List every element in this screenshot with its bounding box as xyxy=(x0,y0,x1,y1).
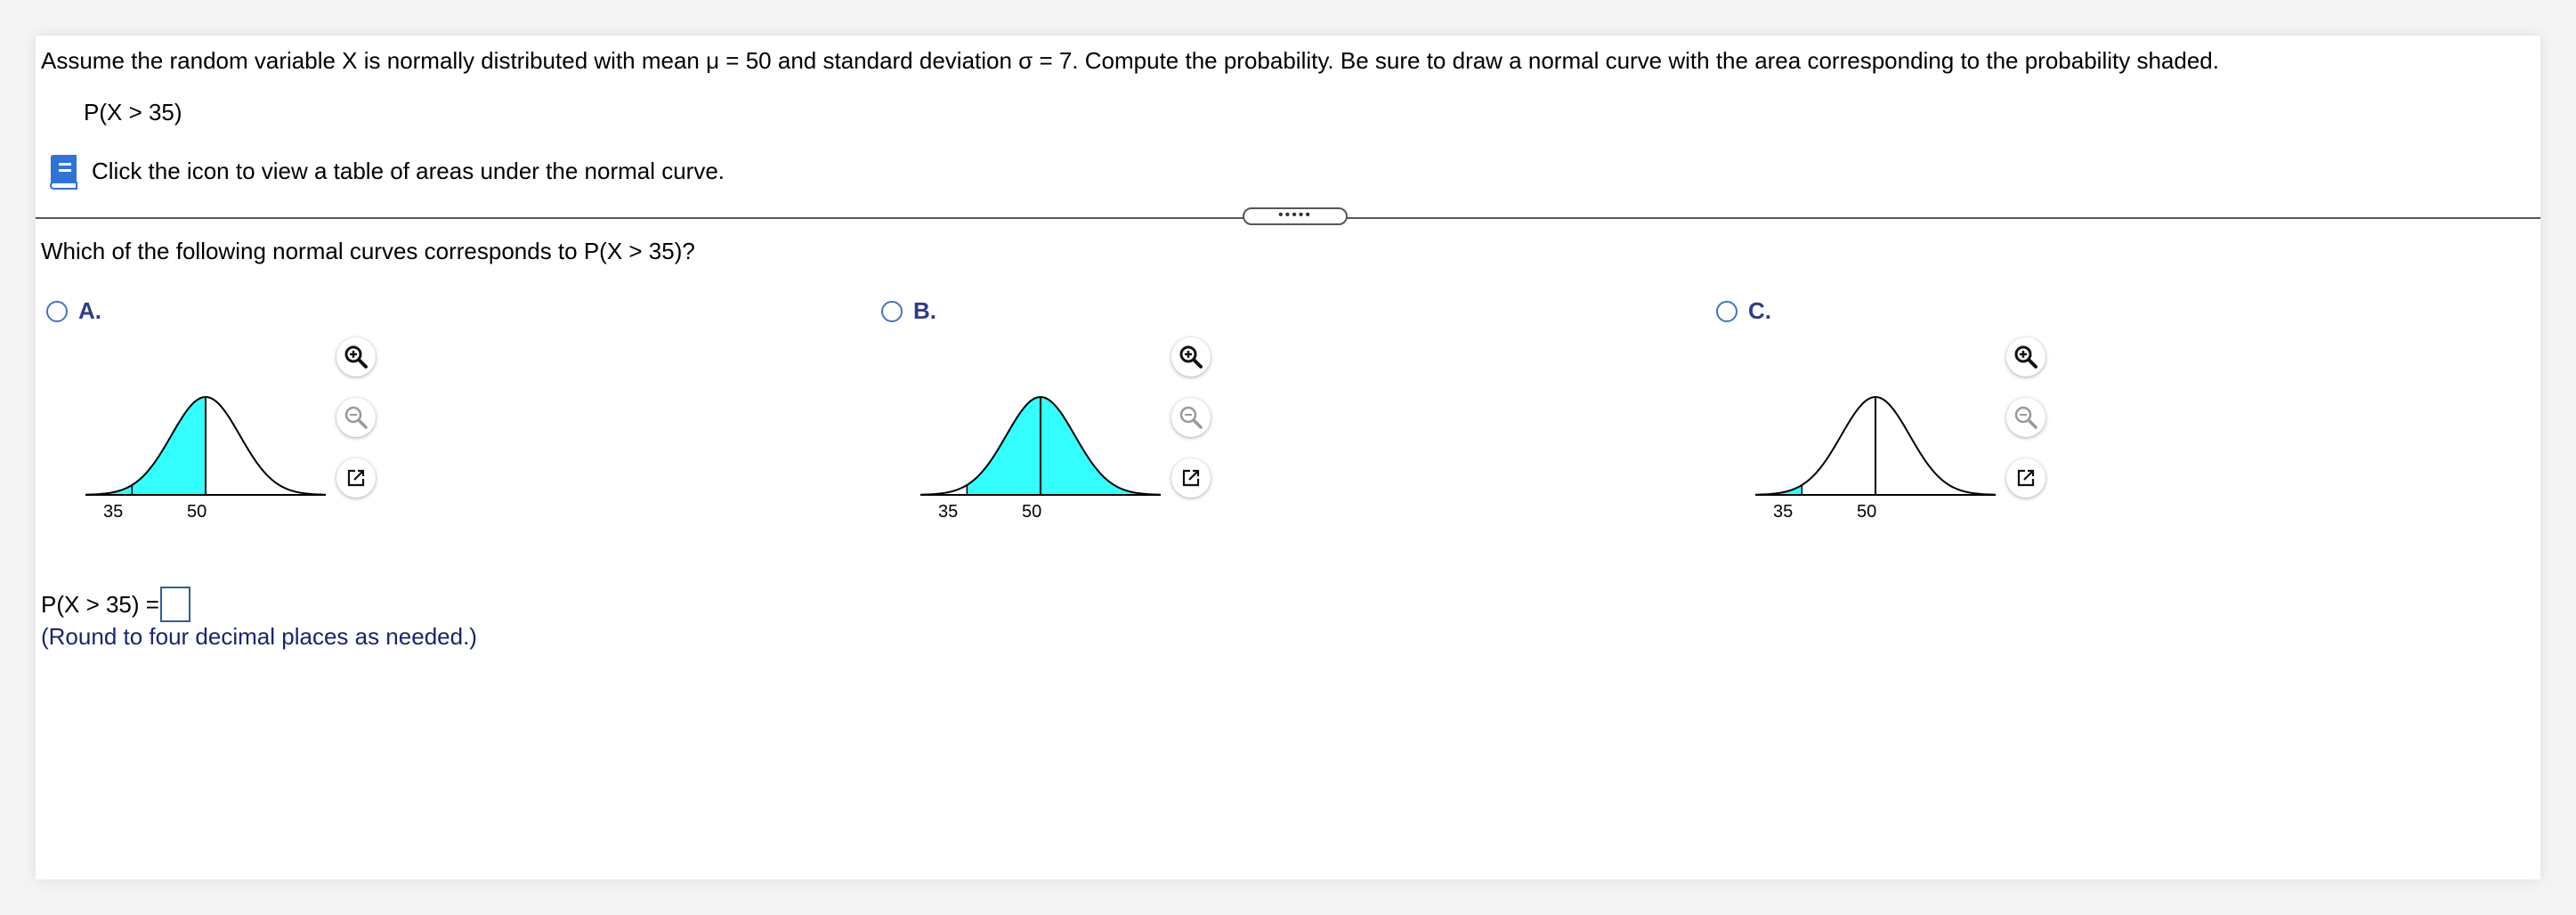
tick-label-50: 50 xyxy=(1857,502,1877,522)
which-curve-question: Which of the following normal curves cor… xyxy=(41,238,695,264)
answer-label: P(X > 35) = xyxy=(41,591,159,618)
option-b-radio[interactable] xyxy=(881,301,903,322)
option-a-graph: 35 50 xyxy=(85,365,327,543)
option-b-label[interactable]: B. xyxy=(913,296,936,325)
shaded-area xyxy=(967,397,1161,495)
zoom-out-button[interactable] xyxy=(336,398,376,437)
rounding-hint: (Round to four decimal places as needed.… xyxy=(41,623,477,650)
tick-label-35: 35 xyxy=(103,502,124,522)
question-prompt: Assume the random variable X is normally… xyxy=(41,47,2219,74)
option-c-label[interactable]: C. xyxy=(1748,296,1771,325)
zoom-out-button[interactable] xyxy=(1171,398,1211,437)
popout-button[interactable] xyxy=(1171,458,1211,498)
popout-icon xyxy=(1182,469,1200,487)
resize-handle[interactable]: ••••• xyxy=(1243,207,1348,225)
option-c-graph: 35 50 xyxy=(1754,365,1997,543)
popout-icon xyxy=(347,469,365,487)
zoom-in-button[interactable] xyxy=(1171,337,1211,377)
zoom-in-icon xyxy=(344,345,368,368)
shaded-area xyxy=(85,397,206,495)
zoom-in-icon xyxy=(1179,345,1203,368)
option-c-radio[interactable] xyxy=(1716,301,1738,322)
popout-button[interactable] xyxy=(2006,458,2045,498)
tick-label-50: 50 xyxy=(1022,502,1042,522)
option-a-radio[interactable] xyxy=(46,301,68,322)
table-link-text[interactable]: Click the icon to view a table of areas … xyxy=(92,157,725,185)
zoom-in-icon xyxy=(2014,345,2037,368)
zoom-in-button[interactable] xyxy=(2006,337,2045,377)
probability-expression: P(X > 35) xyxy=(84,99,182,126)
popout-icon xyxy=(2017,469,2035,487)
option-b-graph: 35 50 xyxy=(919,365,1162,543)
tick-label-50: 50 xyxy=(187,502,207,522)
popout-button[interactable] xyxy=(336,458,376,498)
answer-input[interactable] xyxy=(160,587,190,622)
tick-label-35: 35 xyxy=(1773,502,1794,522)
option-a-label[interactable]: A. xyxy=(78,296,101,325)
book-icon[interactable] xyxy=(43,152,82,191)
zoom-out-icon xyxy=(2014,406,2037,429)
zoom-out-icon xyxy=(344,406,368,429)
zoom-out-icon xyxy=(1179,406,1203,429)
zoom-out-button[interactable] xyxy=(2006,398,2045,437)
tick-label-35: 35 xyxy=(938,502,959,522)
question-panel: Assume the random variable X is normally… xyxy=(36,36,2540,879)
zoom-in-button[interactable] xyxy=(336,337,376,377)
